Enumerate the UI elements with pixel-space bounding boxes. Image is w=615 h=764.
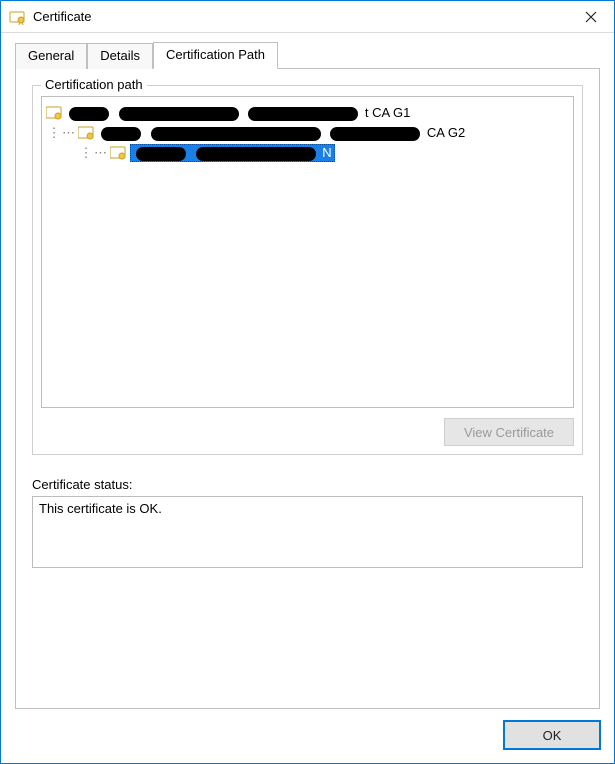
tree-node-leaf[interactable]: ⋮ ⋯ N	[46, 143, 569, 163]
certificate-status-box: This certificate is OK.	[32, 496, 583, 568]
tab-certification-path[interactable]: Certification Path	[153, 42, 278, 69]
tree-connector: ⋯	[94, 145, 110, 161]
certificate-icon	[110, 146, 126, 160]
cert-name-fragment: t CA G1	[365, 105, 411, 120]
certificate-dialog: Certificate General Details Certificatio…	[0, 0, 615, 764]
certificate-icon	[46, 106, 62, 120]
tab-strip: General Details Certification Path	[1, 33, 614, 68]
view-certificate-button: View Certificate	[444, 418, 574, 446]
tree-connector	[62, 146, 78, 161]
redacted-text	[248, 107, 358, 121]
certificate-status-text: This certificate is OK.	[39, 501, 162, 516]
tab-general[interactable]: General	[15, 43, 87, 69]
certificate-status-label: Certificate status:	[32, 477, 583, 492]
dialog-buttons: OK	[1, 721, 614, 763]
close-button[interactable]	[568, 1, 614, 33]
cert-chain-tree[interactable]: t CA G1 ⋮ ⋯ CA G2	[41, 96, 574, 408]
certificate-icon	[9, 9, 25, 25]
redacted-text	[151, 127, 321, 141]
redacted-text	[119, 107, 239, 121]
redacted-text	[136, 147, 186, 161]
view-cert-row: View Certificate	[41, 418, 574, 446]
cert-name-fragment: CA G2	[427, 125, 465, 140]
redacted-text	[196, 147, 316, 161]
certificate-icon	[78, 126, 94, 140]
tree-connector: ⋮	[46, 125, 62, 141]
titlebar: Certificate	[1, 1, 614, 33]
tree-node-root[interactable]: t CA G1	[46, 103, 569, 123]
ok-button[interactable]: OK	[504, 721, 600, 749]
window-title: Certificate	[33, 9, 568, 24]
tree-connector	[46, 146, 62, 161]
certification-path-group: Certification path t CA G1 ⋮ ⋯	[32, 85, 583, 455]
tree-node-label: t CA G1	[66, 105, 410, 121]
tree-connector: ⋯	[62, 125, 78, 141]
redacted-text	[330, 127, 420, 141]
redacted-text	[101, 127, 141, 141]
tree-connector: ⋮	[78, 145, 94, 161]
redacted-text	[69, 107, 109, 121]
group-legend: Certification path	[41, 77, 147, 92]
tree-node-label: N	[130, 144, 335, 162]
tab-panel-certification-path: Certification path t CA G1 ⋮ ⋯	[15, 68, 600, 709]
tree-node-label: CA G2	[98, 125, 465, 141]
cert-name-fragment: N	[322, 145, 331, 160]
tab-details[interactable]: Details	[87, 43, 153, 69]
tree-node-intermediate[interactable]: ⋮ ⋯ CA G2	[46, 123, 569, 143]
